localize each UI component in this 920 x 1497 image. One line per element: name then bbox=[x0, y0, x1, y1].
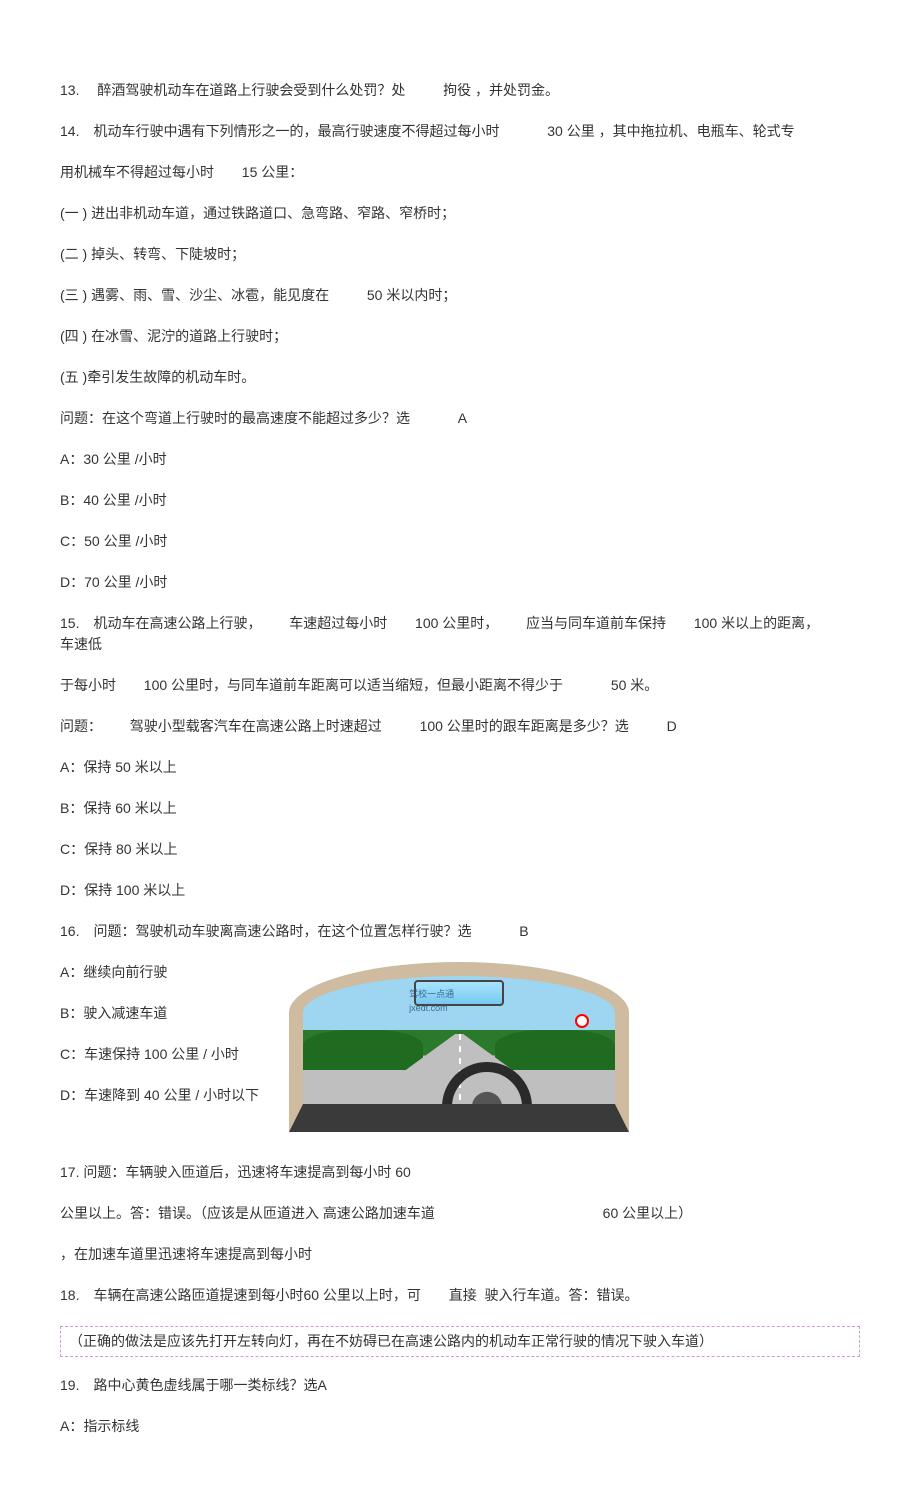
q15-opt-d: D：保持 100 米以上 bbox=[60, 880, 860, 901]
q14-l2b: 15 公里： bbox=[242, 164, 303, 180]
q18-note-box: （正确的做法是应该先打开左转向灯，再在不妨碍已在高速公路内的机动车正常行驶的情况… bbox=[60, 1326, 860, 1357]
q15-question: 问题： 驾驶小型载客汽车在高速公路上时速超过 100 公里时的跟车距离是多少？选… bbox=[60, 716, 860, 737]
q14-p3a: (三 ) 遇雾、雨、雪、沙尘、冰雹，能见度在 bbox=[60, 287, 329, 303]
q14-l1b: 30 公里 bbox=[547, 123, 594, 139]
q16-row: A：继续向前行驶 B：驶入减速车道 C：车速保持 100 公里 / 小时 D：车… bbox=[60, 962, 860, 1132]
q16-options: A：继续向前行驶 B：驶入减速车道 C：车速保持 100 公里 / 小时 D：车… bbox=[60, 962, 259, 1126]
q17-l2b: 60 公里以上） bbox=[603, 1205, 692, 1221]
q15-opt-c: C：保持 80 米以上 bbox=[60, 839, 860, 860]
q14-p1: (一 ) 进出非机动车道，通过铁路道口、急弯路、窄路、窄桥时； bbox=[60, 203, 860, 224]
q14-p4: (四 ) 在冰雪、泥泞的道路上行驶时； bbox=[60, 326, 860, 347]
q13-pre: 13. 醉酒驾驶机动车在道路上行驶会受到什么处罚？处 bbox=[60, 82, 405, 98]
q18-l1b: 直接 bbox=[449, 1287, 477, 1303]
q14-opt-d: D：70 公里 /小时 bbox=[60, 572, 860, 593]
q16-ans: B bbox=[519, 923, 528, 939]
q14-opt-a: A：30 公里 /小时 bbox=[60, 449, 860, 470]
q14-p3b: 50 米以内时； bbox=[367, 287, 456, 303]
q18-l1c: 驶入行车道。答：错误。 bbox=[485, 1287, 639, 1303]
q15-l1a: 15. 机动车在高速公路上行驶， bbox=[60, 615, 261, 631]
q15-l2b: 100 公里时，与同车道前车距离可以适当缩短，但最小距离不得少于 bbox=[144, 677, 563, 693]
q15-l2a: 于每小时 bbox=[60, 677, 116, 693]
q13-line: 13. 醉酒驾驶机动车在道路上行驶会受到什么处罚？处 拘役 ，并处罚金。 bbox=[60, 80, 860, 101]
q14-q: 问题：在这个弯道上行驶时的最高速度不能超过多少？选 bbox=[60, 410, 410, 426]
q14-p5: (五 )牵引发生故障的机动车时。 bbox=[60, 367, 860, 388]
highway-dashboard-image: 驾校一点通 jxedt.com bbox=[289, 962, 629, 1132]
q13-bold: 拘役 bbox=[443, 82, 471, 98]
q15-opt-b: B：保持 60 米以上 bbox=[60, 798, 860, 819]
q17-l2a: 公里以上。答：错误。（应该是从匝道进入 高速公路加速车道 bbox=[60, 1205, 435, 1221]
q14-l2a: 用机械车不得超过每小时 bbox=[60, 164, 214, 180]
q15-l2c: 50 米。 bbox=[611, 677, 658, 693]
q18-l1a: 18. 车辆在高速公路匝道提速到每小时60 公里以上时，可 bbox=[60, 1287, 421, 1303]
q14-l1c: ，其中拖拉机、电瓶车、轮式专 bbox=[599, 123, 795, 139]
q16-opt-a: A：继续向前行驶 bbox=[60, 962, 259, 983]
q14-l2: 用机械车不得超过每小时 15 公里： bbox=[60, 162, 860, 183]
q16-question: 16. 问题：驾驶机动车驶离高速公路时，在这个位置怎样行驶？选 B bbox=[60, 921, 860, 942]
q14-l1: 14. 机动车行驶中遇有下列情形之一的，最高行驶速度不得超过每小时 30 公里 … bbox=[60, 121, 860, 142]
q15-l1b: 车速超过每小时 bbox=[289, 615, 387, 631]
q14-opt-c: C：50 公里 /小时 bbox=[60, 531, 860, 552]
q14-ans: A bbox=[458, 410, 467, 426]
dashboard-frame bbox=[289, 962, 629, 1132]
q14-l1a: 14. 机动车行驶中遇有下列情形之一的，最高行驶速度不得超过每小时 bbox=[60, 123, 499, 139]
q14-p3: (三 ) 遇雾、雨、雪、沙尘、冰雹，能见度在 50 米以内时； bbox=[60, 285, 860, 306]
q15-q3: 100 公里时的跟车距离是多少？选 bbox=[420, 718, 629, 734]
q15-q1: 问题： bbox=[60, 718, 102, 734]
q15-l1f: 车速低 bbox=[60, 636, 102, 652]
q16-q: 16. 问题：驾驶机动车驶离高速公路时，在这个位置怎样行驶？选 bbox=[60, 923, 471, 939]
q19-opt-a: A：指示标线 bbox=[60, 1416, 860, 1437]
q19-question: 19. 路中心黄色虚线属于哪一类标线？选A bbox=[60, 1375, 860, 1396]
q17-l3: ，在加速车道里迅速将车速提高到每小时 bbox=[60, 1244, 860, 1265]
q17-l2: 公里以上。答：错误。（应该是从匝道进入 高速公路加速车道 60 公里以上） bbox=[60, 1203, 860, 1224]
q15-q2: 驾驶小型载客汽车在高速公路上时速超过 bbox=[130, 718, 382, 734]
q16-opt-d: D：车速降到 40 公里 / 小时以下 bbox=[60, 1085, 259, 1106]
q14-question: 问题：在这个弯道上行驶时的最高速度不能超过多少？选 A bbox=[60, 408, 860, 429]
q15-l1: 15. 机动车在高速公路上行驶， 车速超过每小时 100 公里时， 应当与同车道… bbox=[60, 613, 860, 655]
q15-l2: 于每小时 100 公里时，与同车道前车距离可以适当缩短，但最小距离不得少于 50… bbox=[60, 675, 860, 696]
q14-opt-b: B：40 公里 /小时 bbox=[60, 490, 860, 511]
q15-l1d: 应当与同车道前车保持 bbox=[526, 615, 666, 631]
q15-l1e: 100 米以上的距离， bbox=[694, 615, 819, 631]
q16-opt-c: C：车速保持 100 公里 / 小时 bbox=[60, 1044, 259, 1065]
q16-opt-b: B：驶入减速车道 bbox=[60, 1003, 259, 1024]
q15-ans: D bbox=[667, 718, 677, 734]
q15-opt-a: A：保持 50 米以上 bbox=[60, 757, 860, 778]
q14-p2: (二 ) 掉头、转弯、下陡坡时； bbox=[60, 244, 860, 265]
q13-post: ，并处罚金。 bbox=[475, 82, 559, 98]
q17-l1: 17. 问题：车辆驶入匝道后，迅速将车速提高到每小时 60 bbox=[60, 1162, 860, 1183]
q15-l1c: 100 公里时， bbox=[415, 615, 498, 631]
